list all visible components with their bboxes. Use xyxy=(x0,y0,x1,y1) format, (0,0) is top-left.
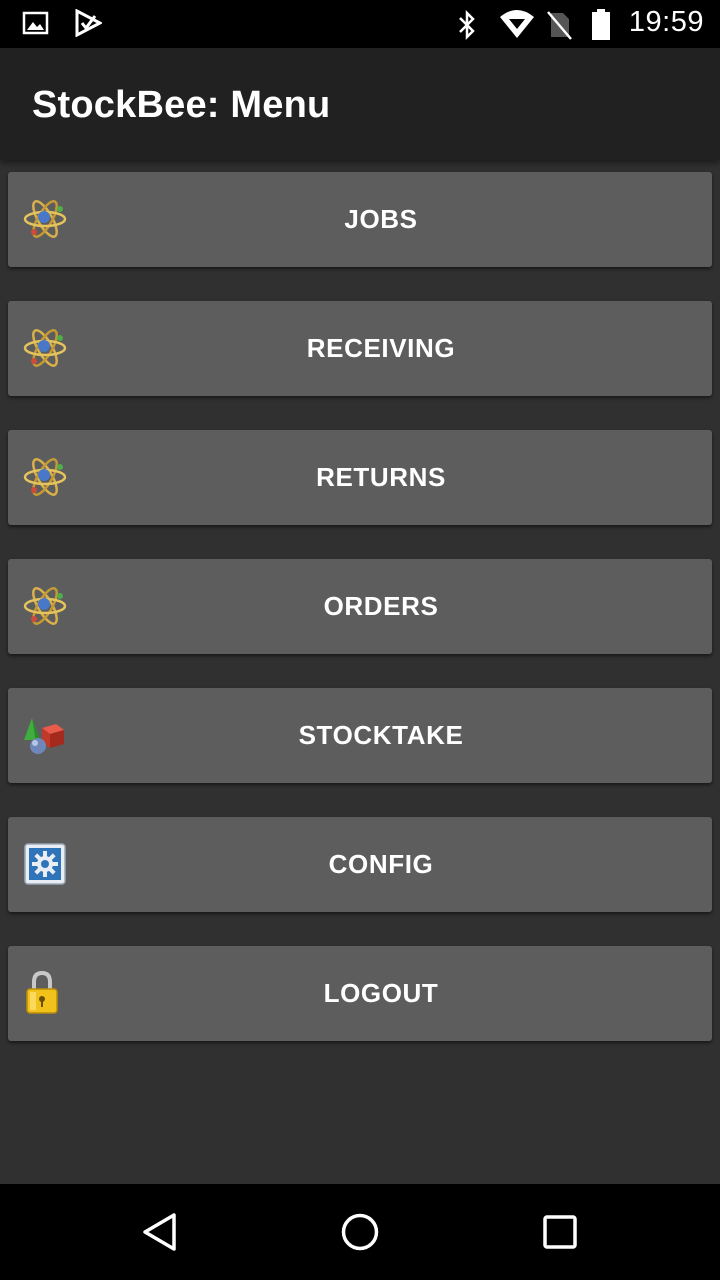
jobs-button-label: JOBS xyxy=(344,204,418,234)
page-title: StockBee: Menu xyxy=(32,84,331,126)
status-time: 19:59 xyxy=(628,6,704,38)
orders-button[interactable]: ORDERS xyxy=(8,559,712,654)
returns-button[interactable]: RETURNS xyxy=(8,430,712,525)
logout-button-label: LOGOUT xyxy=(323,978,439,1008)
stocktake-button[interactable]: STOCKTAKE xyxy=(8,688,712,783)
receiving-button-label: RECEIVING xyxy=(306,333,456,363)
recents-icon[interactable] xyxy=(540,1212,580,1252)
receiving-button[interactable]: RECEIVING xyxy=(8,301,712,396)
config-button-label: CONFIG xyxy=(328,849,434,879)
no-sim-icon xyxy=(545,9,573,40)
status-bar: 19:59 xyxy=(0,0,720,48)
home-icon[interactable] xyxy=(340,1212,380,1252)
jobs-button[interactable]: JOBS xyxy=(8,172,712,267)
logout-button[interactable]: LOGOUT xyxy=(8,946,712,1041)
bluetooth-icon xyxy=(453,9,481,40)
image-icon xyxy=(22,9,50,37)
battery-icon xyxy=(591,8,611,40)
returns-button-label: RETURNS xyxy=(316,462,446,492)
back-icon[interactable] xyxy=(140,1212,180,1252)
config-button[interactable]: CONFIG xyxy=(8,817,712,912)
navigation-bar xyxy=(0,1184,720,1280)
orders-button-label: ORDERS xyxy=(323,591,439,621)
wifi-icon xyxy=(499,9,534,38)
stocktake-button-label: STOCKTAKE xyxy=(298,720,464,750)
menu-list: JOBS RECEIVING RETURNS ORDERS STOCKTAKE … xyxy=(8,172,712,1075)
playstore-icon xyxy=(74,8,104,38)
app-bar: StockBee: Menu xyxy=(0,48,720,160)
